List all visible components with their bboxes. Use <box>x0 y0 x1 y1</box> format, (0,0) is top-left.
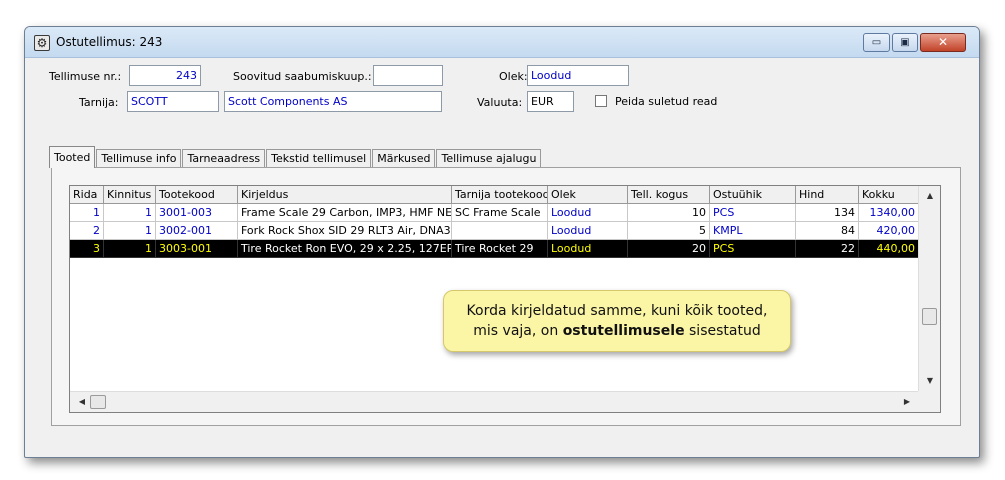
column-header[interactable]: Ostuühik <box>710 186 796 204</box>
callout-line-2-end: sisestatud <box>684 323 761 339</box>
column-header[interactable]: Olek <box>548 186 628 204</box>
callout-line-2: mis vaja, on ostutellimusele sisestatud <box>444 321 790 341</box>
cell-kokku: 440,00 <box>859 240 919 258</box>
table-row[interactable]: 2 1 3002-001 Fork Rock Shox SID 29 RLT3 … <box>70 222 919 240</box>
arrival-date-field[interactable] <box>373 65 443 86</box>
vertical-scroll-thumb[interactable] <box>922 308 937 325</box>
scroll-down-icon[interactable]: ▼ <box>922 376 938 385</box>
cell-rida: 1 <box>70 204 104 222</box>
table-header-row: Rida Kinnitus Tootekood Kirjeldus Tarnij… <box>70 186 919 204</box>
cell-kirjeldus: Frame Scale 29 Carbon, IMP3, HMF NET <box>238 204 452 222</box>
table-row-selected[interactable]: 3 1 3003-001 Tire Rocket Ron EVO, 29 x 2… <box>70 240 919 258</box>
order-no-field[interactable]: 243 <box>129 65 201 86</box>
column-header[interactable]: Tell. kogus <box>628 186 710 204</box>
vertical-scrollbar[interactable]: ▲ ▼ <box>918 186 940 392</box>
maximize-button[interactable]: ▣ <box>892 33 918 52</box>
supplier-code-field[interactable]: SCOTT <box>127 91 219 112</box>
cell-olek: Loodud <box>548 222 628 240</box>
arrival-date-label: Soovitud saabumiskuup.: <box>233 70 372 83</box>
supplier-label: Tarnija: <box>79 96 119 109</box>
cell-rida: 3 <box>70 240 104 258</box>
tab-tellimuse-info[interactable]: Tellimuse info <box>96 149 182 168</box>
cell-kinnitus: 1 <box>104 240 156 258</box>
column-header[interactable]: Kokku <box>859 186 919 204</box>
cell-ostuuhik: PCS <box>710 240 796 258</box>
column-header[interactable]: Rida <box>70 186 104 204</box>
instruction-callout: Korda kirjeldatud samme, kuni kõik toote… <box>443 290 791 352</box>
cell-kokku: 420,00 <box>859 222 919 240</box>
status-field[interactable]: Loodud <box>527 65 629 86</box>
hide-closed-label: Peida suletud read <box>615 95 718 108</box>
cell-kogus: 5 <box>628 222 710 240</box>
cell-tootekood: 3003-001 <box>156 240 238 258</box>
cell-olek: Loodud <box>548 240 628 258</box>
close-button[interactable]: ✕ <box>920 33 966 52</box>
table-body: Rida Kinnitus Tootekood Kirjeldus Tarnij… <box>70 186 919 392</box>
cell-kirjeldus: Tire Rocket Ron EVO, 29 x 2.25, 127EPI <box>238 240 452 258</box>
horizontal-scrollbar[interactable]: ◀ ▶ <box>70 391 919 412</box>
cell-kinnitus: 1 <box>104 222 156 240</box>
settings-gear-icon: ⚙ <box>34 35 50 51</box>
scroll-left-icon[interactable]: ◀ <box>74 397 90 406</box>
cell-tarnija-tootekood <box>452 222 548 240</box>
table-row[interactable]: 1 1 3001-003 Frame Scale 29 Carbon, IMP3… <box>70 204 919 222</box>
cell-tarnija-tootekood: Tire Rocket 29 <box>452 240 548 258</box>
cell-kokku: 1340,00 <box>859 204 919 222</box>
window-title: Ostutellimus: 243 <box>56 35 163 49</box>
cell-olek: Loodud <box>548 204 628 222</box>
cell-kinnitus: 1 <box>104 204 156 222</box>
title-bar[interactable]: ⚙ Ostutellimus: 243 ▭ ▣ ✕ <box>25 27 979 58</box>
tab-tekstid-tellimusel[interactable]: Tekstid tellimusel <box>266 149 372 168</box>
currency-field[interactable]: EUR <box>527 91 574 112</box>
cell-kogus: 20 <box>628 240 710 258</box>
cell-tootekood: 3002-001 <box>156 222 238 240</box>
column-header[interactable]: Kirjeldus <box>238 186 452 204</box>
cell-ostuuhik: KMPL <box>710 222 796 240</box>
scroll-up-icon[interactable]: ▲ <box>922 191 938 200</box>
column-header[interactable]: Kinnitus <box>104 186 156 204</box>
cell-kogus: 10 <box>628 204 710 222</box>
cell-hind: 134 <box>796 204 859 222</box>
currency-label: Valuuta: <box>477 96 523 109</box>
column-header[interactable]: Tootekood <box>156 186 238 204</box>
callout-line-2-start: mis vaja, on <box>473 323 563 339</box>
cell-rida: 2 <box>70 222 104 240</box>
cell-hind: 22 <box>796 240 859 258</box>
supplier-name-field[interactable]: Scott Components AS <box>224 91 442 112</box>
scrollbar-corner <box>918 391 940 412</box>
tab-strip: Tooted Tellimuse info Tarneaadress Tekst… <box>49 146 542 168</box>
tab-markused[interactable]: Märkused <box>372 149 436 168</box>
cell-tootekood: 3001-003 <box>156 204 238 222</box>
cell-hind: 84 <box>796 222 859 240</box>
cell-ostuuhik: PCS <box>710 204 796 222</box>
column-header[interactable]: Tarnija tootekood <box>452 186 548 204</box>
hide-closed-checkbox[interactable] <box>595 95 607 107</box>
purchase-order-window: ⚙ Ostutellimus: 243 ▭ ▣ ✕ Tellimuse nr.:… <box>24 26 980 458</box>
callout-line-1: Korda kirjeldatud samme, kuni kõik toote… <box>466 303 768 319</box>
minimize-button[interactable]: ▭ <box>863 33 890 52</box>
column-header[interactable]: Hind <box>796 186 859 204</box>
callout-bold-word: ostutellimusele <box>562 323 685 339</box>
tab-tooted[interactable]: Tooted <box>49 146 96 168</box>
tab-tellimuse-ajalugu[interactable]: Tellimuse ajalugu <box>436 149 542 168</box>
cell-tarnija-tootekood: SC Frame Scale <box>452 204 548 222</box>
order-no-label: Tellimuse nr.: <box>49 70 122 83</box>
status-label: Olek: <box>499 70 528 83</box>
horizontal-scroll-thumb[interactable] <box>90 395 106 409</box>
scroll-right-icon[interactable]: ▶ <box>899 397 915 406</box>
cell-kirjeldus: Fork Rock Shox SID 29 RLT3 Air, DNA3 <box>238 222 452 240</box>
tab-tarneaadress[interactable]: Tarneaadress <box>182 149 266 168</box>
